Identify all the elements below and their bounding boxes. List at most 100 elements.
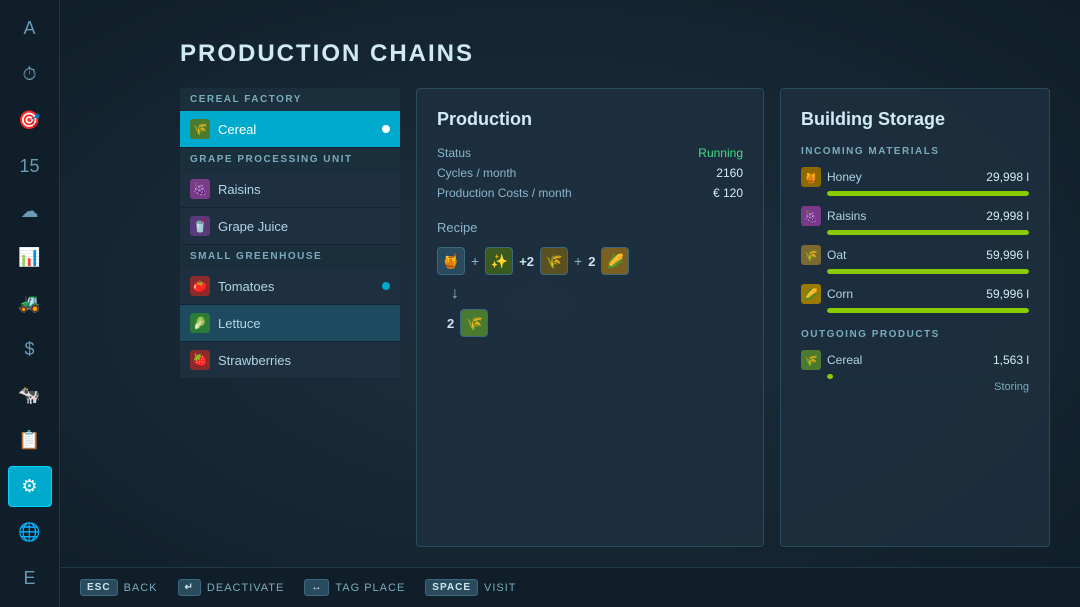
sidebar-icon-e[interactable]: E (8, 557, 52, 599)
building-storage-title: Building Storage (801, 109, 1029, 130)
deactivate-label[interactable]: DEACTIVATE (207, 582, 284, 594)
chain-item-strawberries-label: Strawberries (218, 353, 291, 368)
costs-label: Production Costs / month (437, 186, 572, 200)
corn-bar-fill (827, 308, 1029, 313)
oat-bar-bg (827, 269, 1029, 274)
category-cereal-factory: CEREAL FACTORY (180, 88, 400, 111)
output-num: 2 (447, 316, 454, 331)
corn-recipe-icon: 🌽 (601, 247, 629, 275)
hotkey-deactivate: ↵ DEACTIVATE (178, 579, 285, 596)
hotkey-visit: SPACE VISIT (425, 579, 516, 596)
cereal-out-bar-bg (827, 374, 1029, 379)
raisins-row: 🍇 Raisins 29,998 l (801, 206, 1029, 226)
recipe-arrow: ↓ (437, 285, 743, 303)
corn-bar-bg (827, 308, 1029, 313)
oat-recipe-icon: 🌾 (540, 247, 568, 275)
storage-item-oat: 🌾 Oat 59,996 l (801, 245, 1029, 274)
cycles-value: 2160 (716, 166, 743, 180)
outgoing-section: OUTGOING PRODUCTS 🌾 Cereal 1,563 l Stori… (801, 329, 1029, 393)
sidebar-icon-chart[interactable]: 📊 (8, 237, 52, 279)
honey-value: 29,998 l (986, 170, 1029, 184)
esc-key: ESC (80, 579, 118, 596)
sidebar-icon-tractor[interactable]: 🚜 (8, 283, 52, 325)
tag-place-label[interactable]: TAG PLACE (335, 582, 405, 594)
chain-item-tomatoes-label: Tomatoes (218, 279, 274, 294)
chain-item-tomatoes[interactable]: 🍅 Tomatoes (180, 268, 400, 305)
honey-bar-bg (827, 191, 1029, 196)
storage-item-raisins: 🍇 Raisins 29,998 l (801, 206, 1029, 235)
tomatoes-icon: 🍅 (190, 276, 210, 296)
cycles-row: Cycles / month 2160 (437, 166, 743, 180)
chain-item-grape-juice[interactable]: 🥤 Grape Juice (180, 208, 400, 245)
sidebar-icon-globe[interactable]: 🌐 (8, 511, 52, 553)
cereal-out-bar-fill (827, 374, 833, 379)
chain-item-lettuce[interactable]: 🥬 Lettuce (180, 305, 400, 342)
chain-item-strawberries[interactable]: 🍓 Strawberries (180, 342, 400, 379)
corn-storage-icon: 🌽 (801, 284, 821, 304)
honey-storage-icon: 🍯 (801, 167, 821, 187)
visit-label[interactable]: VISIT (484, 582, 517, 594)
corn-value: 59,996 l (986, 287, 1029, 301)
chain-item-raisins-label: Raisins (218, 182, 261, 197)
sidebar-icon-a[interactable]: A (8, 8, 52, 50)
raisins-name: Raisins (827, 209, 980, 223)
raisins-icon: 🍇 (190, 179, 210, 199)
storage-item-honey: 🍯 Honey 29,998 l (801, 167, 1029, 196)
back-label[interactable]: BACK (124, 582, 158, 594)
cereal-output-icon: 🌾 (460, 309, 488, 337)
chain-item-cereal-label: Cereal (218, 122, 256, 137)
sidebar-icon-weather[interactable]: ☁ (8, 191, 52, 233)
storage-item-cereal-out: 🌾 Cereal 1,563 l Storing (801, 350, 1029, 393)
recipe-label: Recipe (437, 220, 743, 235)
sidebar-icon-animal[interactable]: 🐄 (8, 374, 52, 416)
cereal-dot (382, 125, 390, 133)
num-2-b: 2 (588, 254, 595, 269)
production-panel: Production Status Running Cycles / month… (416, 88, 764, 547)
oat-storage-icon: 🌾 (801, 245, 821, 265)
outgoing-header: OUTGOING PRODUCTS (801, 329, 1029, 340)
strawberries-icon: 🍓 (190, 350, 210, 370)
sidebar-icon-calendar[interactable]: 15 (8, 145, 52, 187)
hotkey-tag-place: ↔ TAG PLACE (304, 579, 405, 596)
page-title: PRODUCTION CHAINS (180, 40, 1050, 68)
production-title: Production (437, 109, 743, 130)
cereal-out-row: 🌾 Cereal 1,563 l (801, 350, 1029, 370)
sidebar-icon-clock[interactable]: ⏱ (8, 54, 52, 96)
costs-row: Production Costs / month € 120 (437, 186, 743, 200)
storage-item-corn: 🌽 Corn 59,996 l (801, 284, 1029, 313)
sidebar: A ⏱ 🎯 15 ☁ 📊 🚜 $ 🐄 📋 ⚙ 🌐 E (0, 0, 60, 607)
sidebar-icon-production[interactable]: ⚙ (8, 466, 52, 508)
cereal-storing-label: Storing (801, 381, 1029, 393)
chains-panel: CEREAL FACTORY 🌾 Cereal GRAPE PROCESSING… (180, 88, 400, 547)
chain-item-raisins[interactable]: 🍇 Raisins (180, 171, 400, 208)
num-2-a: +2 (519, 254, 534, 269)
enter-key: ↵ (178, 579, 201, 596)
recipe-output: 2 🌾 (437, 309, 743, 337)
honey-row: 🍯 Honey 29,998 l (801, 167, 1029, 187)
raisins-value: 29,998 l (986, 209, 1029, 223)
oat-name: Oat (827, 248, 980, 262)
arrows-key: ↔ (304, 579, 329, 596)
sparkle-recipe-icon: ✨ (485, 247, 513, 275)
cereal-out-name: Cereal (827, 353, 987, 367)
honey-recipe-icon: 🍯 (437, 247, 465, 275)
chain-item-lettuce-label: Lettuce (218, 316, 261, 331)
recipe-ingredients: 🍯 + ✨ +2 🌾 + 2 🌽 (437, 247, 743, 275)
category-greenhouse: SMALL GREENHOUSE (180, 245, 400, 268)
columns-layout: CEREAL FACTORY 🌾 Cereal GRAPE PROCESSING… (180, 88, 1050, 547)
honey-bar-fill (827, 191, 1029, 196)
cereal-out-value: 1,563 l (993, 353, 1029, 367)
costs-value: € 120 (713, 186, 743, 200)
cycles-label: Cycles / month (437, 166, 516, 180)
plus-1: + (471, 253, 479, 269)
incoming-header: INCOMING MATERIALS (801, 146, 1029, 157)
sidebar-icon-steering[interactable]: 🎯 (8, 100, 52, 142)
raisins-bar-bg (827, 230, 1029, 235)
raisins-storage-icon: 🍇 (801, 206, 821, 226)
hotkey-esc: ESC BACK (80, 579, 158, 596)
oat-bar-fill (827, 269, 1029, 274)
sidebar-icon-money[interactable]: $ (8, 328, 52, 370)
chain-item-cereal[interactable]: 🌾 Cereal (180, 111, 400, 148)
plus-2: + (574, 253, 582, 269)
sidebar-icon-contracts[interactable]: 📋 (8, 420, 52, 462)
